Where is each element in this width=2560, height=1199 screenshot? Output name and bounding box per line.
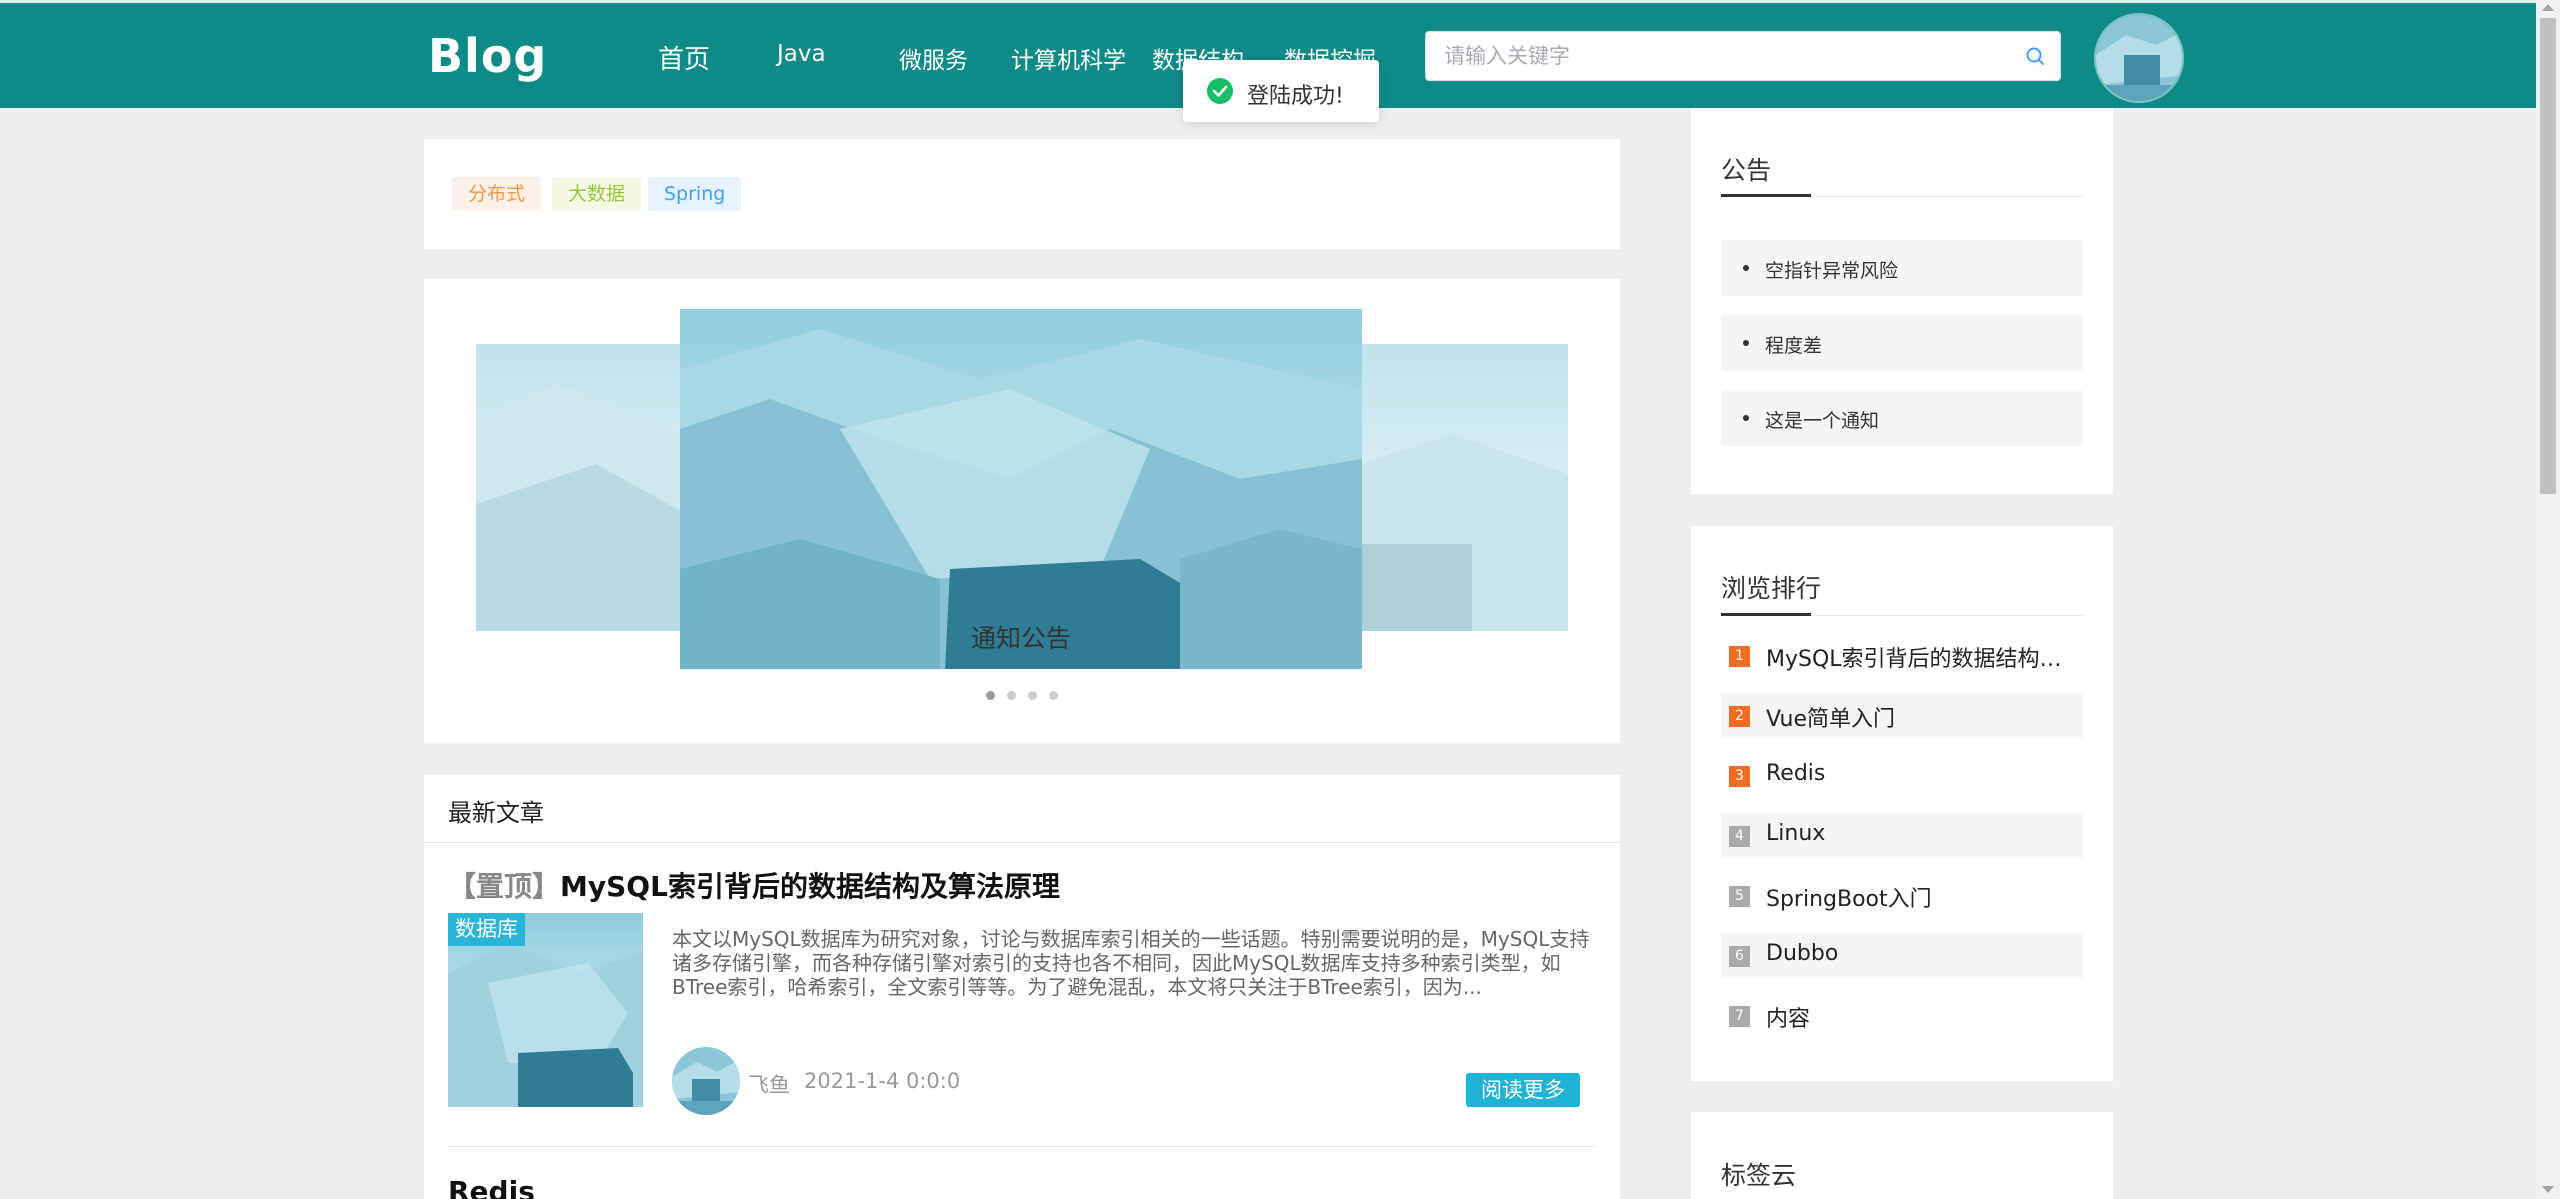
article-title[interactable]: 【置顶】MySQL索引背后的数据结构及算法原理 <box>448 865 1060 905</box>
rank-label: Vue简单入门 <box>1766 707 1896 732</box>
read-more-button[interactable]: 阅读更多 <box>1466 1073 1580 1107</box>
author-avatar[interactable] <box>672 1047 740 1115</box>
carousel-indicators <box>424 685 1620 704</box>
rank-label: Redis <box>1766 761 1826 786</box>
rank-number: 3 <box>1729 766 1750 787</box>
ranking-item[interactable]: 4 Linux <box>1721 813 2083 858</box>
carousel-slide-prev[interactable] <box>476 344 686 631</box>
page-scrollbar[interactable] <box>2536 0 2560 1199</box>
tag-cloud-title: 标签云 <box>1721 1161 1797 1190</box>
nav-java[interactable]: Java <box>777 41 826 67</box>
tag-bigdata[interactable]: 大数据 <box>552 177 642 211</box>
rank-label: 内容 <box>1766 1007 1811 1032</box>
article-date: 2021-1-4 0:0:0 <box>804 1069 961 1093</box>
carousel-caption: 通知公告 <box>970 624 1071 653</box>
login-success-toast: 登陆成功! <box>1183 60 1379 122</box>
scrollbar-thumb[interactable] <box>2540 18 2556 494</box>
ranking-item[interactable]: 3 Redis <box>1721 753 2083 798</box>
carousel-card: 通知公告 <box>424 279 1620 743</box>
article-category-badge[interactable]: 数据库 <box>448 913 525 946</box>
latest-articles-card: 最新文章 【置顶】MySQL索引背后的数据结构及算法原理 数据库 本文以MySQ… <box>424 775 1620 1199</box>
notice-item[interactable]: 空指针异常风险 <box>1721 240 2083 296</box>
rank-number: 6 <box>1729 946 1750 967</box>
carousel-dot-1[interactable] <box>986 691 995 700</box>
rank-label: MySQL索引背后的数据结构及算法原理 <box>1766 647 2076 672</box>
article-title-2[interactable]: Redis <box>448 1175 535 1199</box>
bullet-icon <box>1743 340 1749 346</box>
carousel-slide-next[interactable] <box>1362 344 1568 631</box>
tag-distributed[interactable]: 分布式 <box>452 177 542 211</box>
ranking-item[interactable]: 2 Vue简单入门 <box>1721 693 2083 738</box>
rank-label: SpringBoot入门 <box>1766 887 1932 912</box>
article-summary: 本文以MySQL数据库为研究对象，讨论与数据库索引相关的一些话题。特别需要说明的… <box>672 927 1590 999</box>
ranking-item[interactable]: 1 MySQL索引背后的数据结构及算法原理 <box>1721 633 2083 678</box>
notice-item-text: 空指针异常风险 <box>1765 260 1899 282</box>
tag-cloud-card: 标签云 <box>1691 1112 2113 1199</box>
success-check-icon <box>1207 78 1233 104</box>
article-author: 飞鱼 <box>748 1073 790 1097</box>
article-title-text[interactable]: MySQL索引背后的数据结构及算法原理 <box>560 870 1060 903</box>
notice-item[interactable]: 程度差 <box>1721 315 2083 371</box>
search-box <box>1425 31 2061 81</box>
carousel-dot-4[interactable] <box>1049 691 1058 700</box>
nav-home[interactable]: 首页 <box>658 39 710 76</box>
carousel-slide-active[interactable]: 通知公告 <box>680 309 1362 669</box>
bullet-icon <box>1743 415 1749 421</box>
ranking-title: 浏览排行 <box>1721 574 1822 603</box>
nav-microservice[interactable]: 微服务 <box>899 41 968 75</box>
ranking-title-underline <box>1721 613 1811 616</box>
search-input[interactable] <box>1444 32 2004 80</box>
ranking-item[interactable]: 6 Dubbo <box>1721 933 2083 978</box>
notice-item-text: 程度差 <box>1765 335 1823 357</box>
rank-number: 5 <box>1729 886 1750 907</box>
carousel-dot-3[interactable] <box>1028 691 1037 700</box>
notice-item[interactable]: 这是一个通知 <box>1721 390 2083 446</box>
scroll-up-arrow-icon[interactable] <box>2542 4 2554 11</box>
user-avatar[interactable] <box>2094 13 2184 103</box>
notice-title: 公告 <box>1721 156 1772 185</box>
ranking-item[interactable]: 5 SpringBoot入门 <box>1721 873 2083 918</box>
latest-articles-title: 最新文章 <box>448 799 544 827</box>
search-icon[interactable] <box>2024 45 2046 67</box>
notice-card: 公告 空指针异常风险 程度差 这是一个通知 <box>1691 108 2113 494</box>
rank-number: 2 <box>1729 706 1750 727</box>
rank-label: Linux <box>1766 821 1826 846</box>
section-divider <box>424 842 1620 843</box>
rank-number: 4 <box>1729 826 1750 847</box>
rank-label: Dubbo <box>1766 941 1839 966</box>
article-divider <box>448 1146 1596 1147</box>
pinned-label: 【置顶】 <box>448 870 561 903</box>
nav-computer-science[interactable]: 计算机科学 <box>1011 41 1126 75</box>
rank-number: 1 <box>1729 646 1750 667</box>
carousel-dot-2[interactable] <box>1007 691 1016 700</box>
notice-title-underline <box>1721 194 1811 197</box>
scroll-down-arrow-icon[interactable] <box>2542 1186 2554 1193</box>
site-logo[interactable]: Blog <box>428 29 547 83</box>
view-ranking-card: 浏览排行 1 MySQL索引背后的数据结构及算法原理 2 Vue简单入门 3 Redi… <box>1691 526 2113 1081</box>
rank-number: 7 <box>1729 1006 1750 1027</box>
hot-tags-card: 分布式 大数据 Spring <box>424 139 1620 249</box>
toast-message: 登陆成功! <box>1247 84 1344 109</box>
tag-spring[interactable]: Spring <box>648 177 742 211</box>
notice-item-text: 这是一个通知 <box>1765 410 1880 432</box>
ranking-item[interactable]: 7 内容 <box>1721 993 2083 1038</box>
bullet-icon <box>1743 265 1749 271</box>
